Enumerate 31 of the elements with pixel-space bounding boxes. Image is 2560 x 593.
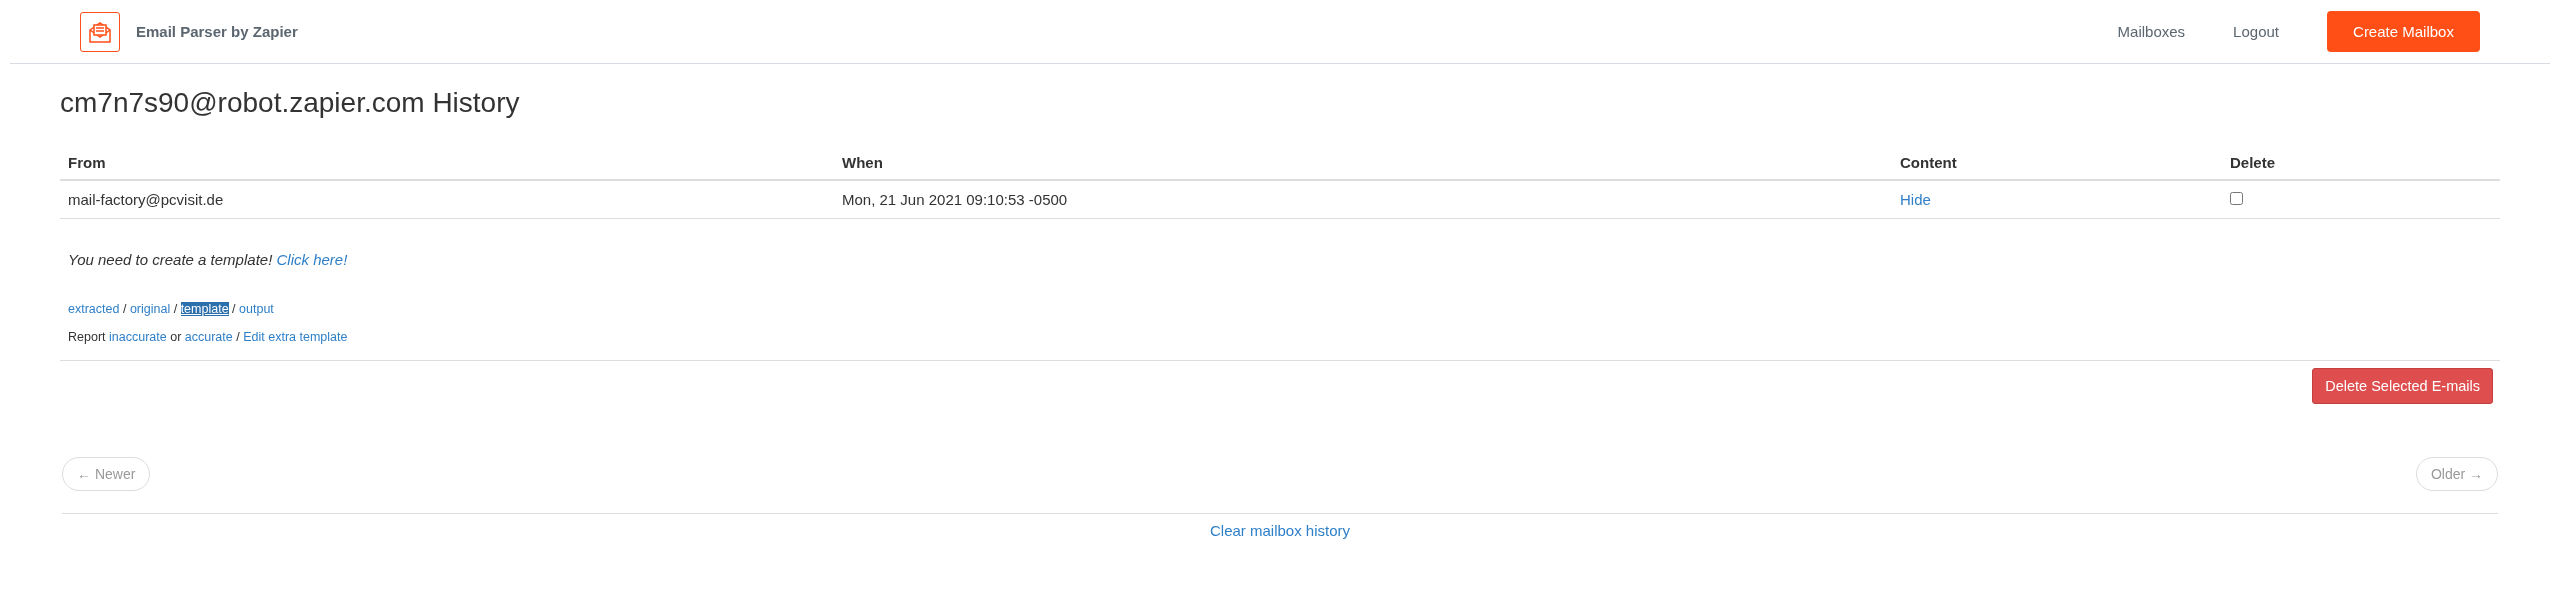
separator: / — [122, 302, 127, 316]
column-header: From — [60, 144, 834, 181]
nav-link[interactable]: Logout — [2233, 23, 2279, 40]
view-link[interactable]: output — [239, 302, 274, 316]
report-link[interactable]: Edit extra template — [243, 330, 348, 344]
create-mailbox-button[interactable]: Create Mailbox — [2327, 11, 2480, 52]
page-title: cm7n7s90@robot.zapier.com History — [60, 86, 521, 120]
table-cell: mail-factory@pcvisit.de — [60, 181, 834, 219]
view-link[interactable]: extracted — [68, 302, 120, 316]
delete-selected-button[interactable]: Delete Selected E-mails — [2312, 368, 2493, 404]
report-link[interactable]: accurate — [184, 330, 233, 344]
column-header: Content — [1892, 144, 2222, 181]
report-text: / — [236, 330, 240, 344]
brand-name[interactable]: Email Parser by Zapier — [136, 23, 298, 40]
nav-link[interactable]: Mailboxes — [2117, 23, 2186, 40]
report-link[interactable]: inaccurate — [109, 330, 167, 344]
template-notice: You need to create a template! Click here! — [68, 251, 349, 268]
column-header: When — [834, 144, 1892, 181]
delete-checkbox[interactable] — [2230, 192, 2243, 205]
report-text: Report — [68, 330, 106, 344]
click-here-link[interactable]: Click here! — [276, 251, 348, 268]
table-cell: Mon, 21 Jun 2021 09:10:53 -0500 — [834, 181, 1892, 219]
view-link[interactable]: original — [129, 302, 171, 316]
separator: / — [232, 302, 236, 316]
separator: / — [173, 302, 178, 316]
view-link[interactable]: template — [180, 302, 229, 316]
clear-history-link[interactable]: Clear mailbox history — [1209, 522, 1350, 539]
report-text: or — [170, 330, 182, 344]
column-header: Delete — [2222, 144, 2500, 181]
logo-icon[interactable] — [80, 11, 120, 52]
hide-link[interactable]: Hide — [1900, 191, 1931, 208]
